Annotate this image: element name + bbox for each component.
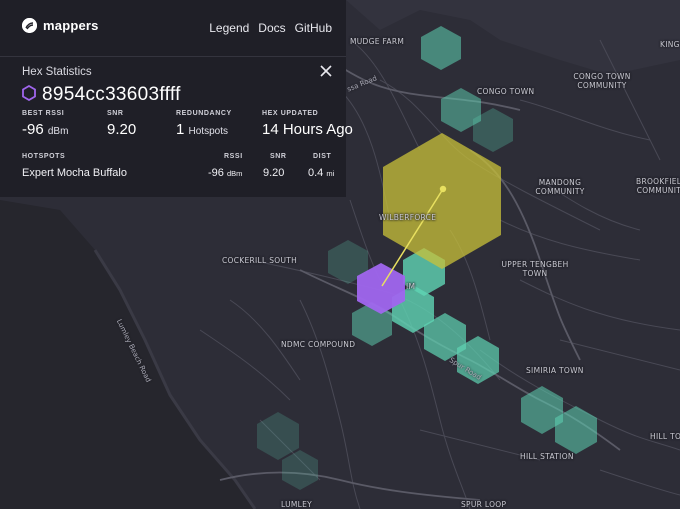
hex-statistics-panel: mappers Legend Docs GitHub Hex Statistic…: [0, 0, 353, 197]
map-label-spur-loop: SPUR LOOP: [461, 500, 507, 509]
hotspots-dist-header: DIST: [313, 153, 332, 160]
map-label-ndmc-compound: NDMC COMPOUND: [281, 340, 356, 349]
stat-snr-label: SNR: [107, 110, 124, 117]
hotspot-dot[interactable]: [439, 185, 447, 193]
hotspot-rssi: -96 dBm: [208, 167, 243, 179]
hex-id-row: 8954cc33603ffff: [22, 84, 181, 106]
logo[interactable]: mappers: [22, 18, 99, 33]
stat-redundancy-label: REDUNDANCY: [176, 110, 232, 117]
map-label-hill-to: HILL TO: [650, 432, 680, 441]
map-label-cockerill-south: COCKERILL SOUTH: [222, 256, 298, 265]
map-label-simiria-town: SIMIRIA TOWN: [526, 366, 584, 375]
map-label-upper-tengbeh-town: UPPER TENGBEH TOWN: [501, 260, 569, 278]
map-label-wilberforce: WILBERFORCE: [379, 213, 437, 222]
hotspot-name[interactable]: Expert Mocha Buffalo: [22, 167, 127, 179]
map-label-mudge-farm: MUDGE FARM: [350, 37, 405, 46]
close-icon[interactable]: [319, 64, 333, 78]
map-label-congo-town-community: CONGO TOWN COMMUNITY: [573, 72, 631, 90]
stat-snr-value: 9.20: [107, 121, 137, 138]
stat-hex-updated: HEX UPDATED 14 Hours Ago: [262, 110, 353, 138]
hexagon-icon: [22, 84, 36, 106]
hotspots-header: HOTSPOTS: [22, 153, 66, 160]
stat-hex-updated-value: 14 Hours Ago: [262, 121, 353, 138]
hotspot-dist: 0.4 mi: [308, 167, 335, 179]
hotspots-snr-header: SNR: [270, 153, 287, 160]
map-label-hill-station: HILL STATION: [520, 452, 574, 461]
map-label-brookfield-community: BROOKFIELD COMMUNITY: [636, 177, 680, 195]
map-label-congo-town: CONGO TOWN: [477, 87, 535, 96]
stat-redundancy: REDUNDANCY 1 Hotspots: [176, 110, 232, 138]
mappers-logo-icon: [22, 18, 37, 33]
map-label-im: IM: [406, 282, 416, 291]
stat-redundancy-value: 1 Hotspots: [176, 121, 228, 138]
panel-title: Hex Statistics: [22, 66, 92, 78]
map-label-lumley: LUMLEY: [281, 500, 313, 509]
stat-best-rssi: BEST RSSI -96 dBm: [22, 110, 68, 138]
nav-legend-link[interactable]: Legend: [209, 21, 249, 35]
map-label-king: KING: [660, 40, 680, 49]
hex-id: 8954cc33603ffff: [42, 84, 181, 105]
top-nav: Legend Docs GitHub: [209, 21, 332, 35]
hotspots-rssi-header: RSSI: [224, 153, 243, 160]
stat-best-rssi-value: -96 dBm: [22, 121, 69, 138]
map-label-mandong-community: MANDONG COMMUNITY: [535, 178, 585, 196]
top-bar: mappers Legend Docs GitHub: [0, 0, 346, 57]
logo-text: mappers: [43, 18, 99, 33]
hotspot-snr: 9.20: [263, 167, 285, 179]
stat-hex-updated-label: HEX UPDATED: [262, 110, 319, 117]
nav-github-link[interactable]: GitHub: [295, 21, 332, 35]
stat-best-rssi-label: BEST RSSI: [22, 110, 65, 117]
stat-snr: SNR 9.20: [107, 110, 136, 138]
nav-docs-link[interactable]: Docs: [258, 21, 285, 35]
